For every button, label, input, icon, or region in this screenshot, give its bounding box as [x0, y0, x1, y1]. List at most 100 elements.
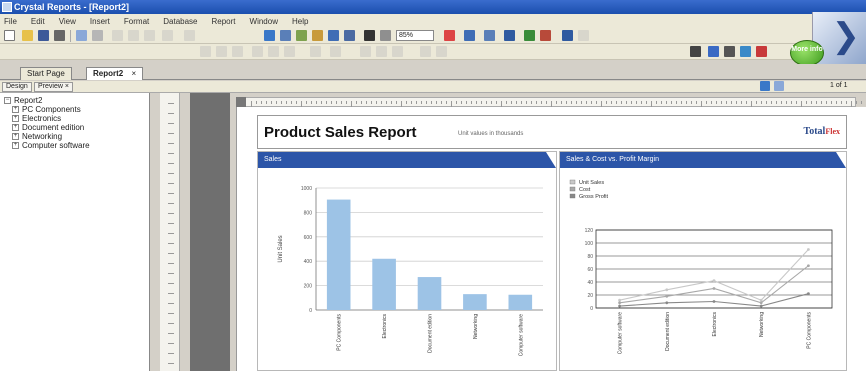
menu-bar: File Edit View Insert Format Database Re…: [0, 14, 866, 28]
tree-item-networking[interactable]: + Networking: [4, 132, 145, 141]
series-line: [619, 249, 809, 301]
menu-window[interactable]: Window: [250, 17, 278, 26]
ruler-tick: [426, 101, 427, 104]
insert-text-icon[interactable]: [690, 46, 701, 57]
repository-icon[interactable]: [312, 30, 323, 41]
insert-picture-icon[interactable]: [756, 46, 767, 57]
menu-edit[interactable]: Edit: [31, 17, 45, 26]
insert-chart-icon[interactable]: [740, 46, 751, 57]
undo-icon[interactable]: [162, 30, 173, 41]
export-icon[interactable]: [92, 30, 103, 41]
x-tick-label: Document edition: [665, 312, 671, 351]
data-point: [712, 279, 716, 283]
preview-icon[interactable]: [76, 30, 87, 41]
menu-report[interactable]: Report: [212, 17, 236, 26]
paste-icon[interactable]: [144, 30, 155, 41]
underline-icon[interactable]: [284, 46, 295, 57]
ruler-tick: [616, 101, 617, 104]
select-icon[interactable]: [264, 30, 275, 41]
ruler-tick: [168, 113, 174, 114]
expand-icon[interactable]: +: [12, 124, 19, 131]
splitter[interactable]: [150, 93, 160, 371]
ruler-tick: [556, 101, 557, 104]
bold-icon[interactable]: [252, 46, 263, 57]
zoom-select[interactable]: 85%: [396, 30, 434, 41]
italic-icon[interactable]: [268, 46, 279, 57]
sales-chart-panel[interactable]: Sales 0 200 400 600 800 1000 Unit Sales PC Comp…: [257, 151, 557, 371]
cut-icon[interactable]: [112, 30, 123, 41]
ruler-tick: [481, 101, 482, 104]
sales-bar-chart: 0 200 400 600 800 1000 Unit Sales PC Components…: [278, 186, 543, 356]
tree-item-electronics[interactable]: + Electronics: [4, 114, 145, 123]
margin-chart-panel[interactable]: Sales & Cost vs. Profit Margin Unit Sale…: [559, 151, 847, 371]
font-color-icon[interactable]: [310, 46, 321, 57]
ruler-tick: [411, 101, 412, 104]
insert-group-icon[interactable]: [708, 46, 719, 57]
tree-root[interactable]: − Report2: [4, 96, 145, 105]
map-icon[interactable]: [562, 30, 573, 41]
align-left-icon[interactable]: [200, 46, 211, 57]
tree-item-computer-software[interactable]: + Computer software: [4, 141, 145, 150]
help-icon[interactable]: [444, 30, 455, 41]
x-logo-icon: ❯: [831, 16, 861, 56]
close-tab-icon[interactable]: ×: [131, 69, 136, 78]
group-icon[interactable]: [504, 30, 515, 41]
border-icon[interactable]: [330, 46, 341, 57]
ruler-tick: [168, 273, 174, 274]
expand-icon[interactable]: +: [12, 106, 19, 113]
percent-icon[interactable]: [376, 46, 387, 57]
ole-object-icon[interactable]: [578, 30, 589, 41]
copy-icon[interactable]: [128, 30, 139, 41]
ruler-tick: [736, 101, 737, 104]
menu-format[interactable]: Format: [124, 17, 149, 26]
format-painter-icon[interactable]: [464, 30, 475, 41]
menu-file[interactable]: File: [4, 17, 17, 26]
redo-icon[interactable]: [184, 30, 195, 41]
sort-icon[interactable]: [484, 30, 495, 41]
thousands-icon[interactable]: [392, 46, 403, 57]
data-point: [618, 301, 621, 305]
data-point: [618, 298, 621, 302]
insert-summary-icon[interactable]: [724, 46, 735, 57]
tab-design[interactable]: Design: [2, 82, 32, 92]
tree-item-document-edition[interactable]: + Document edition: [4, 123, 145, 132]
expand-icon[interactable]: +: [12, 133, 19, 140]
margin-chart-header: Sales & Cost vs. Profit Margin: [560, 152, 846, 168]
expand-icon[interactable]: +: [12, 115, 19, 122]
expand-icon[interactable]: +: [12, 142, 19, 149]
ruler-tick: [168, 303, 174, 304]
field-explorer-icon[interactable]: [280, 30, 291, 41]
summary-icon[interactable]: [524, 30, 535, 41]
ruler-marker[interactable]: [236, 97, 246, 107]
chart-icon[interactable]: [540, 30, 551, 41]
currency-icon[interactable]: [360, 46, 371, 57]
more-info-button[interactable]: More info: [790, 40, 824, 66]
increase-decimals-icon[interactable]: [420, 46, 431, 57]
save-icon[interactable]: [38, 30, 49, 41]
workbench-icon[interactable]: [328, 30, 339, 41]
refresh-icon[interactable]: [760, 81, 770, 91]
print-icon[interactable]: [54, 30, 65, 41]
report-explorer-icon[interactable]: [296, 30, 307, 41]
find-icon[interactable]: [364, 30, 375, 41]
align-center-icon[interactable]: [216, 46, 227, 57]
tab-start-page[interactable]: Start Page: [20, 67, 72, 80]
ruler-tick: [511, 101, 512, 104]
menu-help[interactable]: Help: [292, 17, 308, 26]
menu-view[interactable]: View: [59, 17, 76, 26]
menu-insert[interactable]: Insert: [90, 17, 110, 26]
record-icon[interactable]: [380, 30, 391, 41]
first-page-icon[interactable]: [774, 81, 784, 91]
tree-item-pc-components[interactable]: + PC Components: [4, 105, 145, 114]
tab-report2[interactable]: Report2 ×: [86, 67, 144, 80]
ruler-tick: [168, 263, 174, 264]
close-preview-icon[interactable]: ×: [65, 83, 69, 90]
open-icon[interactable]: [22, 30, 33, 41]
collapse-icon[interactable]: −: [4, 97, 11, 104]
dependency-icon[interactable]: [344, 30, 355, 41]
menu-database[interactable]: Database: [163, 17, 197, 26]
decrease-decimals-icon[interactable]: [436, 46, 447, 57]
align-right-icon[interactable]: [232, 46, 243, 57]
new-icon[interactable]: [4, 30, 15, 41]
tab-preview[interactable]: Preview ×: [34, 82, 73, 92]
